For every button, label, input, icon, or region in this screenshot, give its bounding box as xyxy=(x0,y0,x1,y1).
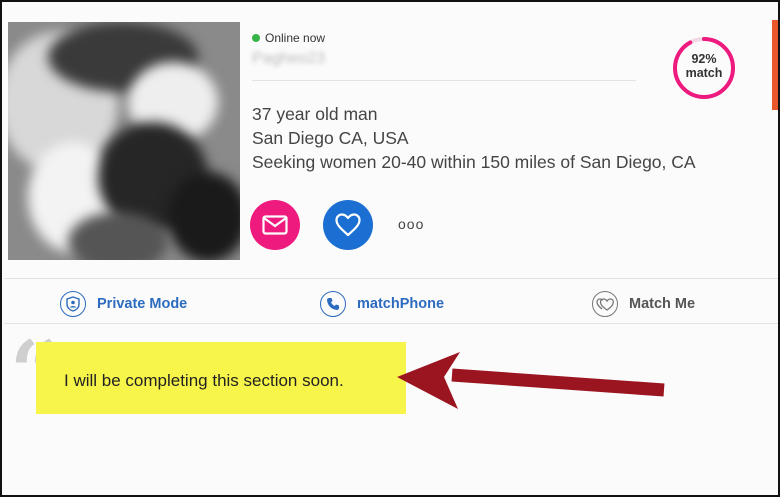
annotation-arrow-icon xyxy=(397,352,665,409)
scroll-indicator[interactable] xyxy=(772,20,778,110)
location: San Diego CA, USA xyxy=(252,128,409,148)
send-message-button[interactable] xyxy=(250,200,300,250)
profile-toolbar: Private Mode matchPhone Match Me xyxy=(4,278,778,324)
profile-page: Online now Pagheo23 37 year old man San … xyxy=(0,0,780,497)
age-gender: 37 year old man xyxy=(252,104,378,124)
match-phone-label: matchPhone xyxy=(357,296,445,312)
seeking: Seeking women 20-40 within 150 miles of … xyxy=(252,152,696,172)
profile-photo[interactable] xyxy=(8,22,240,260)
username: Pagheo23 xyxy=(252,50,325,67)
phone-icon xyxy=(320,291,346,317)
envelope-icon xyxy=(262,215,288,235)
divider xyxy=(252,80,636,81)
shield-user-icon xyxy=(60,291,86,317)
match-percent: 92% xyxy=(691,52,717,66)
about-text: I will be completing this section soon. xyxy=(64,371,344,390)
double-heart-icon xyxy=(592,291,618,317)
match-score: 92% match xyxy=(672,52,736,80)
private-mode-button[interactable]: Private Mode xyxy=(60,291,187,317)
online-status-text: Online now xyxy=(265,31,326,45)
heart-icon xyxy=(335,213,361,237)
match-phone-button[interactable]: matchPhone xyxy=(320,291,444,317)
match-me-button[interactable]: Match Me xyxy=(592,291,695,317)
match-label: match xyxy=(685,66,723,80)
private-mode-label: Private Mode xyxy=(97,296,188,312)
online-dot-icon xyxy=(252,34,260,42)
online-status: Online now xyxy=(252,31,325,45)
like-button[interactable] xyxy=(323,200,373,250)
match-me-label: Match Me xyxy=(629,296,696,312)
more-options-button[interactable]: ooo xyxy=(398,216,424,232)
profile-details: 37 year old man San Diego CA, USA Seekin… xyxy=(252,102,696,174)
